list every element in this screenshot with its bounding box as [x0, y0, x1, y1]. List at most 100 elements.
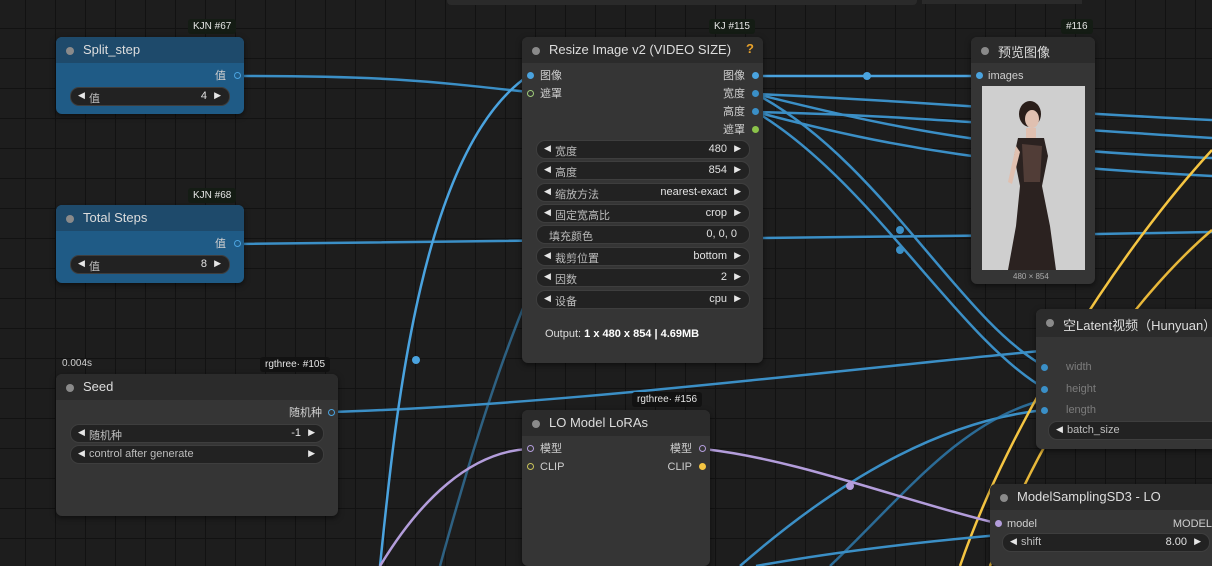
decrement-arrow-icon[interactable]: ◀: [544, 271, 551, 282]
graph-canvas[interactable]: KJN #67 Split_step 值 ◀ 值 4 ▶ KJN #68 Tot…: [0, 0, 1212, 566]
prev-option-arrow-icon[interactable]: ◀: [544, 186, 551, 197]
node-title-bar[interactable]: Resize Image v2 (VIDEO SIZE) ?: [522, 37, 763, 63]
value-widget[interactable]: ◀ 值 4 ▶: [70, 87, 230, 106]
control-after-generate-widget[interactable]: ◀ control after generate ▶: [70, 445, 324, 464]
input-label-length: length: [1066, 404, 1096, 416]
widget-label: shift: [1021, 536, 1042, 548]
node-title-bar[interactable]: ModelSamplingSD3 - LO: [990, 484, 1212, 510]
node-resize-image[interactable]: Resize Image v2 (VIDEO SIZE) ? 图像 遮罩 图像 …: [522, 37, 763, 363]
output-socket[interactable]: [234, 240, 241, 247]
pad-color-field[interactable]: 填充颜色 0, 0, 0: [536, 225, 750, 244]
top-toolbar-fragment-right[interactable]: [922, 0, 1082, 4]
input-socket-width[interactable]: [1041, 364, 1048, 371]
input-socket-image[interactable]: [527, 72, 534, 79]
decrement-arrow-icon[interactable]: ◀: [544, 143, 551, 154]
output-socket-image[interactable]: [752, 72, 759, 79]
decrement-arrow-icon[interactable]: ◀: [1010, 536, 1017, 547]
input-socket-length[interactable]: [1041, 407, 1048, 414]
seed-widget[interactable]: ◀ 随机种 -1 ▶: [70, 424, 324, 443]
node-badge-seed: rgthree· #105: [260, 357, 331, 372]
decrement-arrow-icon[interactable]: ◀: [78, 448, 85, 459]
batch-size-widget[interactable]: ◀ batch_size: [1048, 421, 1212, 440]
increment-arrow-icon[interactable]: ▶: [734, 271, 741, 282]
decrement-arrow-icon[interactable]: ◀: [78, 90, 85, 101]
output-socket[interactable]: [234, 72, 241, 79]
increment-arrow-icon[interactable]: ▶: [214, 90, 221, 101]
output-socket-mask[interactable]: [752, 126, 759, 133]
node-title-bar[interactable]: 预览图像: [971, 37, 1095, 63]
node-split-step[interactable]: Split_step 值 ◀ 值 4 ▶: [56, 37, 244, 114]
next-option-arrow-icon[interactable]: ▶: [734, 250, 741, 261]
input-socket-model[interactable]: [995, 520, 1002, 527]
crop-position-combo[interactable]: ◀ 裁剪位置 bottom ▶: [536, 247, 750, 266]
collapse-dot-icon[interactable]: [66, 47, 74, 55]
output-socket-clip[interactable]: [699, 463, 706, 470]
output-label-model: 模型: [670, 443, 692, 455]
widget-label: batch_size: [1067, 424, 1120, 436]
divisible-by-widget[interactable]: ◀ 因数 2 ▶: [536, 268, 750, 287]
decrement-arrow-icon[interactable]: ◀: [78, 258, 85, 269]
output-socket-model[interactable]: [699, 445, 706, 452]
collapse-dot-icon[interactable]: [1046, 319, 1054, 327]
output-socket[interactable]: [328, 409, 335, 416]
value-widget[interactable]: ◀ 值 8 ▶: [70, 255, 230, 274]
next-option-arrow-icon[interactable]: ▶: [734, 186, 741, 197]
collapse-dot-icon[interactable]: [1000, 494, 1008, 502]
preview-image[interactable]: [982, 86, 1085, 270]
collapse-dot-icon[interactable]: [981, 47, 989, 55]
node-title: Split_step: [83, 42, 141, 57]
node-empty-latent-video[interactable]: 空Latent视频（Hunyuan） width height length ◀…: [1036, 309, 1212, 449]
shift-widget[interactable]: ◀ shift 8.00 ▶: [1002, 533, 1210, 552]
node-title: ModelSamplingSD3 - LO: [1017, 489, 1161, 504]
increment-arrow-icon[interactable]: ▶: [214, 258, 221, 269]
input-socket-model[interactable]: [527, 445, 534, 452]
input-socket-clip[interactable]: [527, 463, 534, 470]
increment-arrow-icon[interactable]: ▶: [734, 164, 741, 175]
node-title-bar[interactable]: Split_step: [56, 37, 244, 63]
node-title-bar[interactable]: 空Latent视频（Hunyuan）: [1036, 309, 1212, 337]
input-socket-images[interactable]: [976, 72, 983, 79]
prev-option-arrow-icon[interactable]: ◀: [544, 250, 551, 261]
widget-label: 填充颜色: [549, 231, 593, 243]
widget-value: nearest-exact: [660, 186, 727, 198]
increment-arrow-icon[interactable]: ▶: [1194, 536, 1201, 547]
collapse-dot-icon[interactable]: [532, 420, 540, 428]
increment-arrow-icon[interactable]: ▶: [308, 427, 315, 438]
prev-option-arrow-icon[interactable]: ◀: [544, 207, 551, 218]
height-widget[interactable]: ◀ 高度 854 ▶: [536, 161, 750, 180]
device-combo[interactable]: ◀ 设备 cpu ▶: [536, 290, 750, 309]
node-title-bar[interactable]: Seed: [56, 374, 338, 400]
output-info-prefix: Output:: [545, 328, 585, 340]
prev-option-arrow-icon[interactable]: ◀: [544, 293, 551, 304]
help-icon[interactable]: ?: [746, 41, 754, 56]
decrement-arrow-icon[interactable]: ◀: [78, 427, 85, 438]
next-option-arrow-icon[interactable]: ▶: [734, 293, 741, 304]
node-lo-model-loras[interactable]: LO Model LoRAs 模型 CLIP 模型 CLIP: [522, 410, 710, 566]
width-widget[interactable]: ◀ 宽度 480 ▶: [536, 140, 750, 159]
increment-arrow-icon[interactable]: ▶: [308, 448, 315, 459]
output-socket-width[interactable]: [752, 90, 759, 97]
decrement-arrow-icon[interactable]: ◀: [544, 164, 551, 175]
output-label-width: 宽度: [723, 88, 745, 100]
node-preview-image[interactable]: 预览图像 images 480 × 854: [971, 37, 1095, 284]
keep-proportion-combo[interactable]: ◀ 固定宽高比 crop ▶: [536, 204, 750, 223]
input-socket-height[interactable]: [1041, 386, 1048, 393]
node-title-bar[interactable]: Total Steps: [56, 205, 244, 231]
node-badge-preview: #116: [1061, 19, 1093, 34]
node-title-bar[interactable]: LO Model LoRAs: [522, 410, 710, 436]
collapse-dot-icon[interactable]: [66, 384, 74, 392]
node-total-steps[interactable]: Total Steps 值 ◀ 值 8 ▶: [56, 205, 244, 283]
collapse-dot-icon[interactable]: [66, 215, 74, 223]
next-option-arrow-icon[interactable]: ▶: [734, 207, 741, 218]
increment-arrow-icon[interactable]: ▶: [734, 143, 741, 154]
input-socket-mask[interactable]: [527, 90, 534, 97]
collapse-dot-icon[interactable]: [532, 47, 540, 55]
widget-value: 480: [708, 143, 727, 155]
output-socket-height[interactable]: [752, 108, 759, 115]
node-model-sampling-sd3[interactable]: ModelSamplingSD3 - LO model MODEL ◀ shif…: [990, 484, 1212, 566]
decrement-arrow-icon[interactable]: ◀: [1056, 424, 1063, 435]
top-toolbar-fragment[interactable]: [447, 0, 917, 5]
node-seed[interactable]: Seed 随机种 ◀ 随机种 -1 ▶ ◀ control after gene…: [56, 374, 338, 516]
node-title: 预览图像: [998, 45, 1051, 60]
upscale-method-combo[interactable]: ◀ 缩放方法 nearest-exact ▶: [536, 183, 750, 202]
